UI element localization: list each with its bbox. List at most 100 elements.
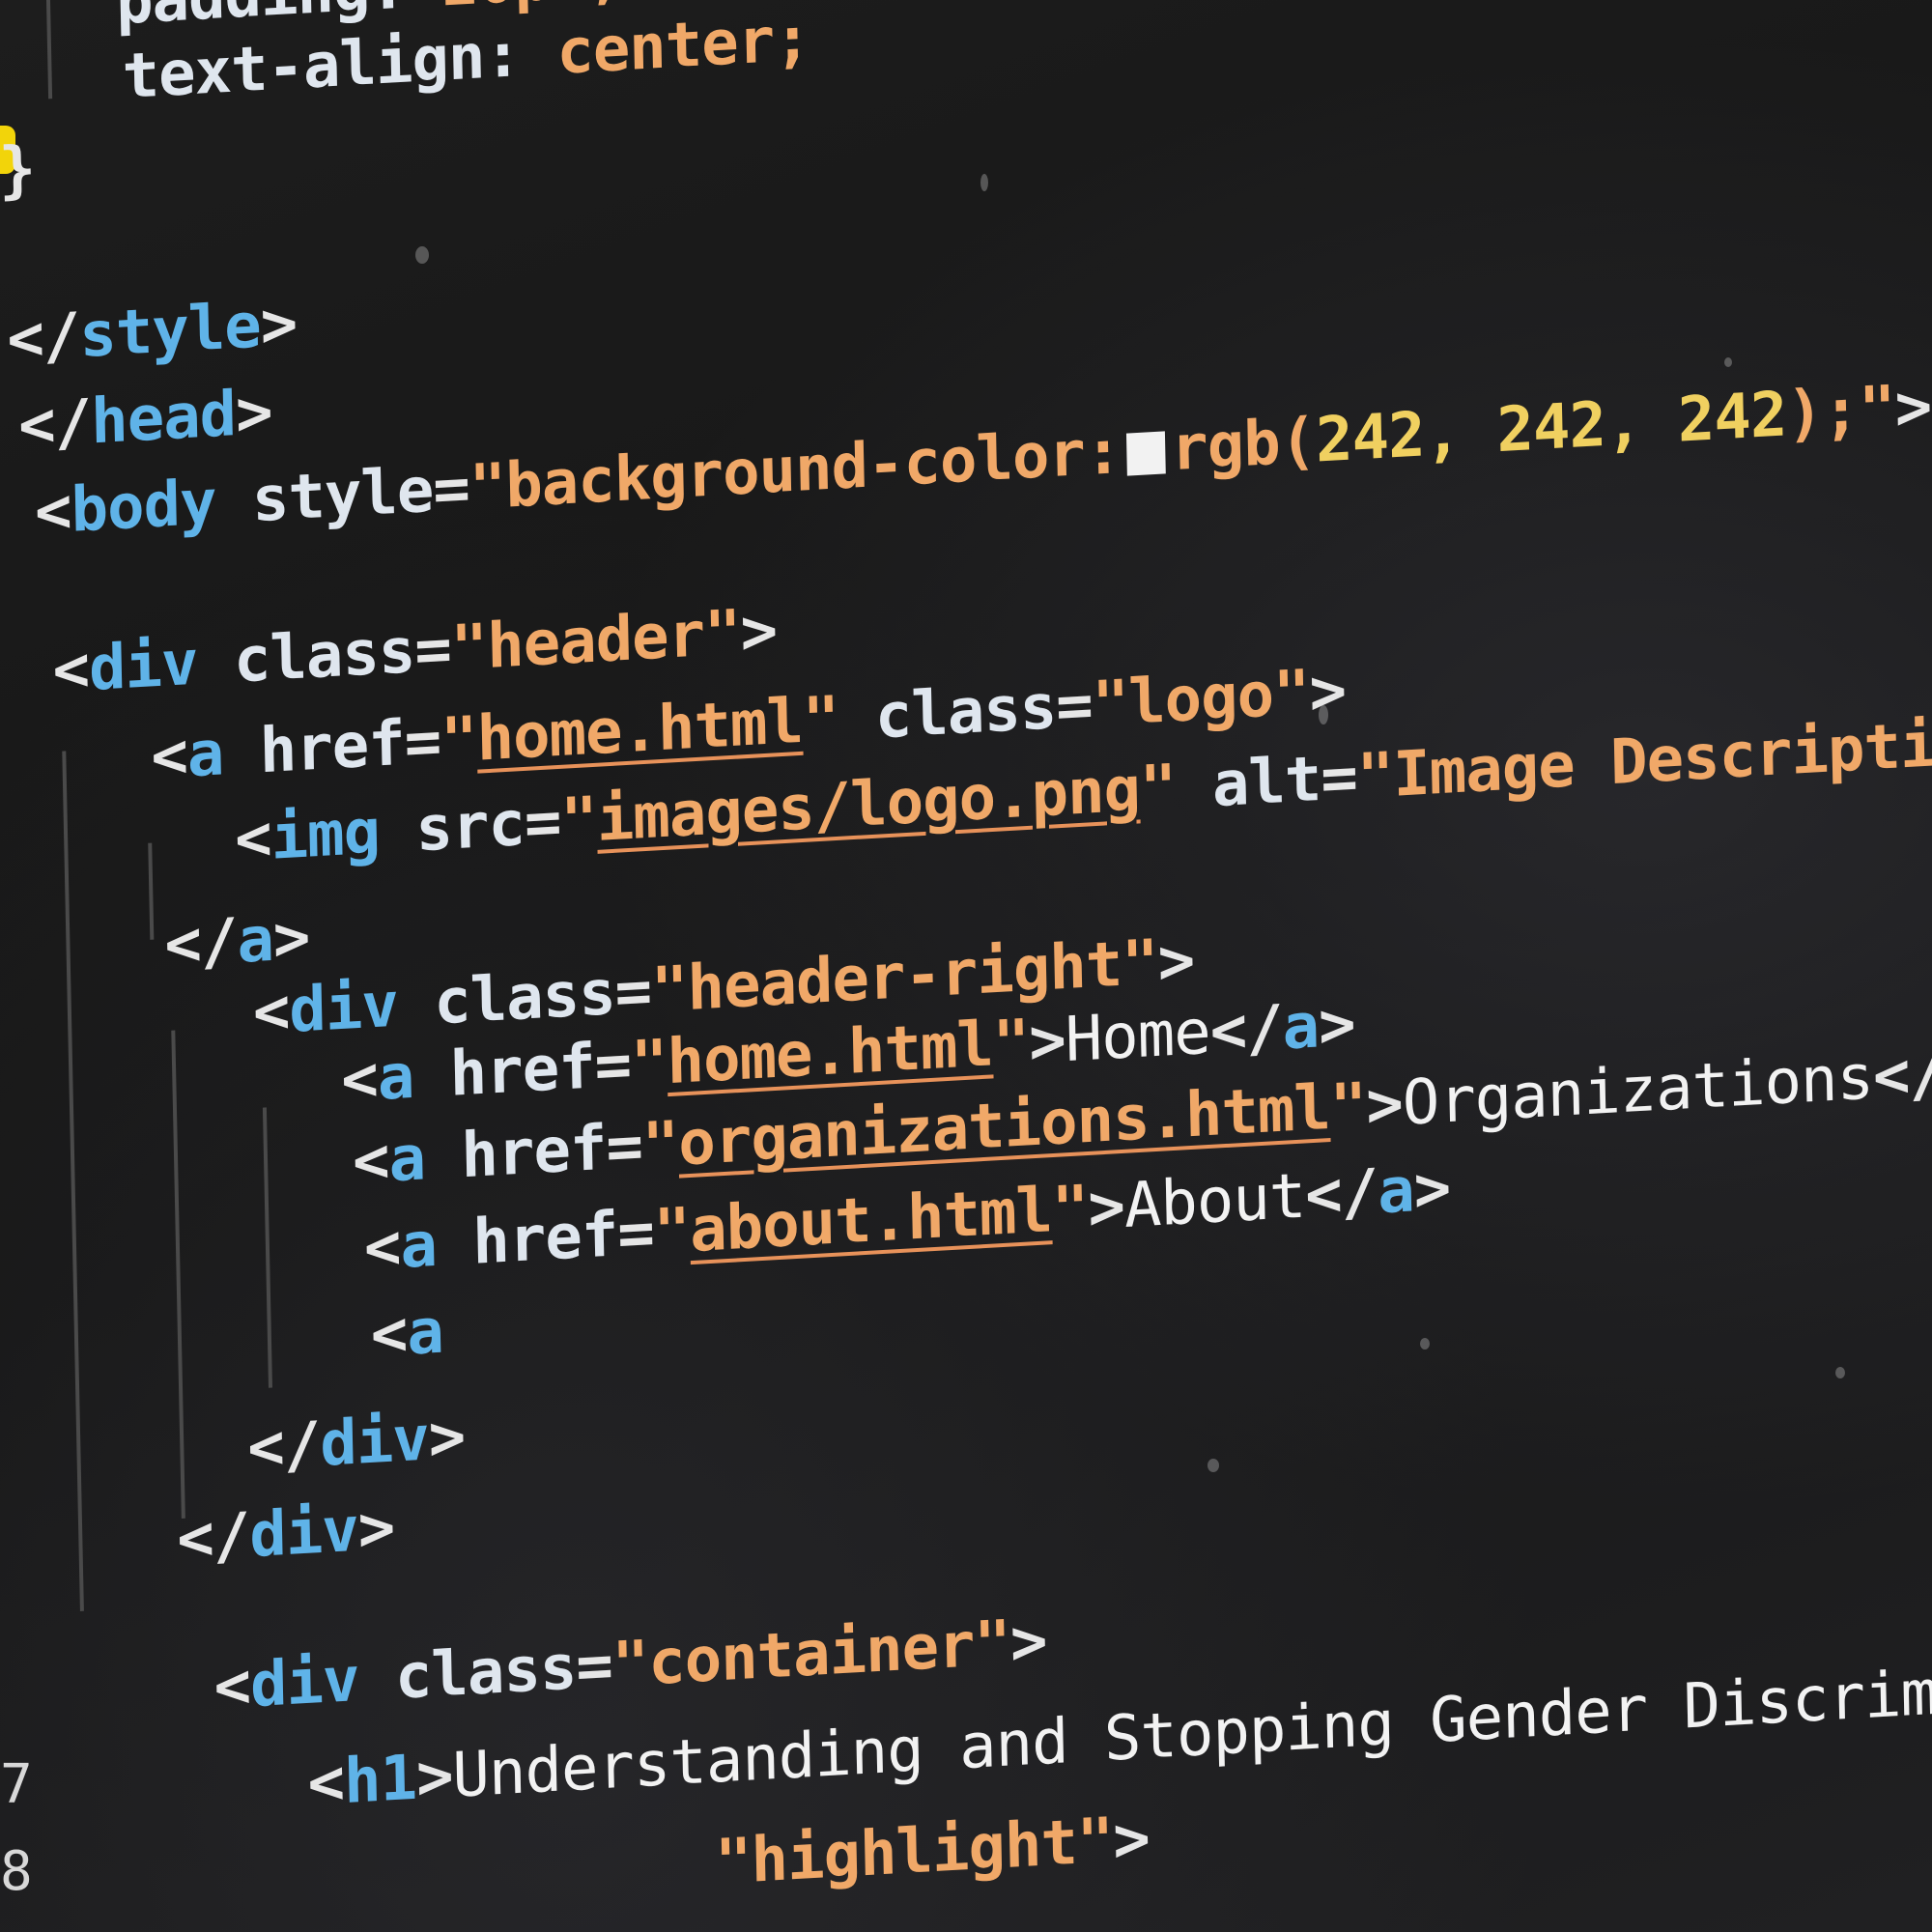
code-punctuation: <	[252, 975, 291, 1050]
code-line[interactable]: <a	[370, 1296, 443, 1372]
code-punctuation: <	[352, 1124, 390, 1199]
code-string: "Image Description"	[1356, 703, 1932, 813]
code-string: "header"	[449, 597, 742, 686]
code-punctuation: </	[6, 299, 81, 377]
code-line[interactable]: </head>	[17, 377, 272, 463]
code-attribute: alt	[1175, 743, 1322, 824]
code-punctuation: >	[356, 1492, 395, 1566]
code-punctuation: <	[306, 1746, 345, 1821]
code-tag-name: body	[70, 467, 217, 547]
code-punctuation: =	[616, 1197, 655, 1271]
code-string: );"	[1785, 373, 1896, 451]
indent-guide	[45, 0, 53, 99]
code-punctuation: >	[1009, 1605, 1048, 1680]
code-tag-name: h1	[343, 1742, 417, 1819]
code-punctuation: >	[1893, 371, 1932, 445]
code-line[interactable]: </div>	[177, 1492, 395, 1577]
code-tag-name: div	[319, 1403, 430, 1481]
line-number: 7	[0, 1753, 33, 1816]
code-attribute: class	[396, 957, 616, 1041]
code-punctuation: >	[427, 1401, 466, 1475]
code-punctuation: <	[363, 1210, 402, 1285]
screen-dust	[415, 246, 429, 264]
code-tag-name: a	[1281, 990, 1320, 1065]
code-punctuation: }	[0, 133, 36, 208]
code-string: "	[1139, 752, 1178, 826]
code-line[interactable]: </a>	[164, 902, 310, 981]
code-text: Organizations	[1402, 1041, 1874, 1140]
code-punctuation: <	[234, 802, 272, 876]
code-punctuation: =	[1320, 741, 1358, 815]
code-punctuation: >	[1412, 1152, 1451, 1227]
code-line[interactable]: "highlight">	[714, 1804, 1150, 1899]
code-punctuation: <	[370, 1297, 409, 1372]
screen-dust	[1319, 705, 1328, 724]
code-punctuation: </	[163, 905, 239, 982]
code-string: "highlight"	[714, 1804, 1115, 1899]
code-text: About	[1123, 1160, 1307, 1242]
code-attribute: href	[436, 1199, 619, 1281]
code-punctuation: <	[34, 474, 72, 549]
code-punctuation: </	[1208, 992, 1284, 1068]
code-line[interactable]: <div class="container">	[213, 1605, 1047, 1723]
code-punctuation: >	[272, 901, 311, 976]
code-punctuation: >	[1156, 924, 1195, 999]
indent-guide	[262, 1107, 272, 1388]
code-punctuation: >	[1028, 1005, 1066, 1079]
code-area[interactable]: padding: 20px;text-align: center;}</styl…	[0, 0, 1932, 1932]
code-string: "background-color:	[469, 415, 1122, 525]
code-punctuation: >	[1318, 988, 1356, 1063]
code-tag-name: div	[88, 627, 199, 705]
code-punctuation: =	[524, 785, 562, 861]
screen-dust	[1835, 1367, 1845, 1378]
code-punctuation: </	[1304, 1156, 1378, 1233]
code-tag-name: head	[90, 379, 237, 459]
code-attribute: class	[357, 1632, 578, 1716]
code-tag-name: img	[270, 796, 381, 874]
line-number: 8	[0, 1840, 33, 1903]
code-tag-name: a	[399, 1208, 438, 1283]
code-link[interactable]: images/logo.png	[596, 753, 1141, 855]
code-link[interactable]: home.html	[476, 686, 804, 776]
code-punctuation: =	[605, 1110, 643, 1184]
code-punctuation: >	[1365, 1067, 1404, 1142]
code-string: "	[652, 1195, 691, 1269]
code-string: "	[559, 783, 598, 858]
code-punctuation: >	[259, 288, 298, 362]
code-line[interactable]: }	[0, 133, 36, 207]
code-attribute: href	[424, 1112, 608, 1195]
screen-dust	[1420, 1338, 1430, 1350]
code-attribute: class	[196, 615, 416, 699]
code-string: "	[1329, 1069, 1368, 1144]
code-punctuation: <	[340, 1042, 379, 1118]
indent-guide	[62, 751, 84, 1611]
code-punctuation: =	[403, 705, 441, 780]
code-attribute: class	[838, 671, 1057, 755]
code-tag-name: a	[186, 718, 225, 792]
code-string: "	[630, 1027, 668, 1101]
code-punctuation: =	[575, 1630, 613, 1704]
code-line[interactable]: </div>	[247, 1401, 466, 1485]
code-attribute: href	[412, 1031, 596, 1113]
code-punctuation: </	[17, 386, 92, 463]
code-number: 242, 242, 242	[1315, 379, 1788, 477]
color-swatch[interactable]	[1125, 431, 1166, 476]
code-link[interactable]: about.html	[689, 1175, 1052, 1266]
code-punctuation: </	[1872, 1037, 1932, 1114]
code-punctuation: >	[415, 1740, 454, 1814]
code-line[interactable]: </style>	[7, 288, 298, 376]
code-punctuation: =	[432, 452, 470, 526]
code-punctuation: =	[1055, 669, 1094, 744]
code-tag-name: a	[1377, 1154, 1415, 1229]
code-line[interactable]: <body style="background-color: rgb(242, 2…	[34, 371, 1932, 549]
screen-dust	[1208, 1459, 1219, 1472]
indent-guide	[148, 842, 155, 940]
code-tag-name: a	[406, 1295, 444, 1370]
code-attribute: href	[222, 707, 406, 790]
indent-guide	[171, 1030, 185, 1519]
code-string: rgb(	[1170, 405, 1317, 486]
code-line[interactable]: <div class="header">	[52, 595, 778, 707]
code-tag-name: div	[288, 969, 399, 1047]
code-attribute: style	[214, 454, 435, 539]
code-punctuation: </	[176, 1500, 251, 1577]
